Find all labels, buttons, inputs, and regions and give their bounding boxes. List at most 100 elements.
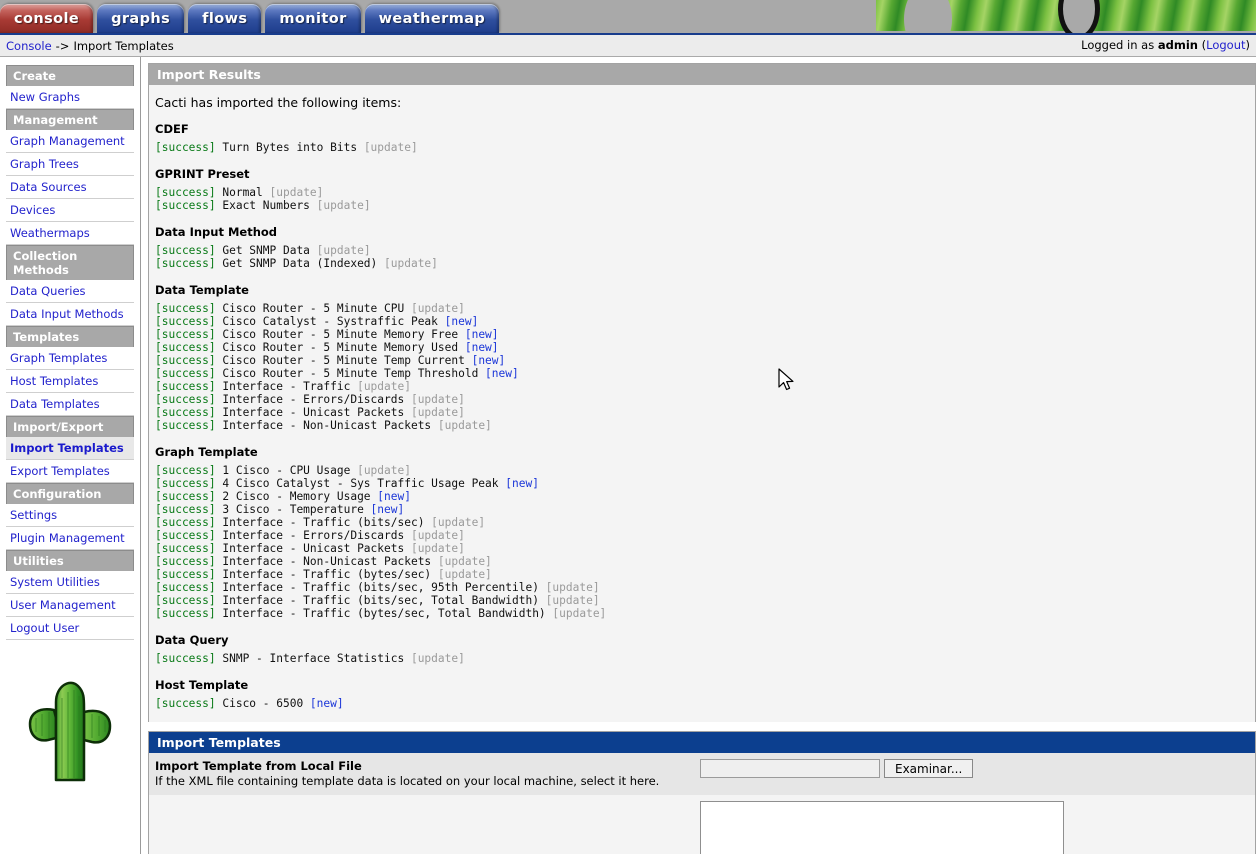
breadcrumb-console-link[interactable]: Console — [6, 39, 52, 53]
logout-link[interactable]: Logout — [1206, 38, 1245, 52]
tab-graphs[interactable]: graphs — [97, 4, 185, 33]
sidebar-item-data-queries[interactable]: Data Queries — [6, 280, 134, 303]
tab-flows[interactable]: flows — [188, 4, 262, 33]
results-row: [success] Interface - Unicast Packets [u… — [155, 406, 1249, 419]
results-row: [success] Cisco Router - 5 Minute Memory… — [155, 341, 1249, 354]
tab-monitor[interactable]: monitor — [265, 4, 361, 33]
status-badge: [success] — [155, 464, 216, 477]
imported-item-name: Interface - Traffic — [215, 380, 358, 393]
results-row: [success] Interface - Traffic (bits/sec,… — [155, 581, 1249, 594]
imported-item-name: Interface - Errors/Discards — [215, 393, 411, 406]
results-row: [success] Interface - Traffic [update] — [155, 380, 1249, 393]
action-badge: [new] — [444, 315, 479, 328]
action-badge: [new] — [505, 477, 539, 490]
sidebar-item-settings[interactable]: Settings — [6, 504, 134, 527]
sidebar-item-import-templates[interactable]: Import Templates — [6, 437, 134, 460]
nav-group-templates: Templates Graph Templates Host Templates… — [6, 326, 134, 416]
cacti-page: console graphs flows monitor weathermap … — [0, 0, 1256, 854]
results-row: [success] Cisco Router - 5 Minute CPU [u… — [155, 302, 1249, 315]
nav-group-utilities: Utilities System Utilities User Manageme… — [6, 550, 134, 640]
results-row: [success] Get SNMP Data (Indexed) [updat… — [155, 257, 1249, 270]
sidebar-item-plugin-management[interactable]: Plugin Management — [6, 527, 134, 550]
browse-button[interactable]: Examinar... — [884, 759, 974, 778]
nav-heading-utilities: Utilities — [6, 550, 134, 571]
results-sections: CDEF [success] Turn Bytes into Bits [upda… — [155, 122, 1249, 710]
logged-in-prefix: Logged in as — [1081, 38, 1155, 52]
sidebar-item-export-templates[interactable]: Export Templates — [6, 460, 134, 483]
imported-item-name: Cisco Router - 5 Minute Memory Used — [215, 341, 465, 354]
results-section: CDEF [success] Turn Bytes into Bits [upda… — [155, 122, 1249, 154]
results-row: [success] Exact Numbers [update] — [155, 199, 1249, 212]
status-badge: [success] — [155, 186, 216, 199]
status-badge: [success] — [155, 697, 216, 710]
action-badge: [new] — [464, 328, 499, 341]
results-row: [success] Cisco Router - 5 Minute Memory… — [155, 328, 1249, 341]
local-file-label: Import Template from Local File — [155, 759, 362, 773]
results-row: [success] Interface - Traffic (bits/sec)… — [155, 516, 1249, 529]
status-badge: [success] — [155, 141, 216, 154]
sidebar-item-logout-user[interactable]: Logout User — [6, 617, 134, 640]
xml-text-input[interactable] — [700, 801, 1064, 854]
results-section: Graph Template [success] 1 Cisco - CPU Us… — [155, 445, 1249, 620]
action-badge: [new] — [485, 367, 519, 380]
imported-item-name: Interface - Traffic (bits/sec, 95th Perc… — [215, 581, 546, 594]
sidebar-item-data-sources[interactable]: Data Sources — [6, 176, 134, 199]
local-file-row: Import Template from Local File If the X… — [149, 753, 1255, 795]
results-section-title: Data Input Method — [155, 225, 278, 239]
action-badge: [new] — [309, 697, 344, 710]
results-row: [success] Cisco Router - 5 Minute Temp C… — [155, 354, 1249, 367]
results-section: Data Query [success] SNMP - Interface Sta… — [155, 633, 1249, 665]
import-templates-panel: Import Templates Import Template from Lo… — [148, 731, 1256, 854]
nav-group-collection-methods: Collection Methods Data Queries Data Inp… — [6, 245, 134, 326]
sidebar-item-host-templates[interactable]: Host Templates — [6, 370, 134, 393]
breadcrumb-current: Import Templates — [73, 38, 174, 53]
tab-console[interactable]: console — [0, 4, 94, 33]
results-row-list: [success] SNMP - Interface Statistics [u… — [155, 652, 1249, 665]
action-badge: [update] — [357, 380, 411, 393]
imported-item-name: Cisco Catalyst - Systraffic Peak — [215, 315, 445, 328]
tab-weathermap[interactable]: weathermap — [364, 4, 500, 33]
status-badge: [success] — [155, 542, 216, 555]
results-section-title: Data Query — [155, 633, 229, 647]
imported-item-name: Interface - Non-Unicast Packets — [215, 555, 438, 568]
status-badge: [success] — [155, 607, 216, 620]
sidebar-item-graph-management[interactable]: Graph Management — [6, 130, 134, 153]
sidebar-item-system-utilities[interactable]: System Utilities — [6, 571, 134, 594]
status-badge: [success] — [155, 419, 216, 432]
sidebar-item-new-graphs[interactable]: New Graphs — [6, 86, 134, 109]
sidebar-item-graph-trees[interactable]: Graph Trees — [6, 153, 134, 176]
action-badge: [update] — [269, 186, 324, 199]
imported-item-name: Get SNMP Data — [215, 244, 317, 257]
sidebar: Create New Graphs Management Graph Manag… — [0, 57, 141, 854]
nav-heading-create: Create — [6, 65, 134, 86]
file-picker[interactable]: Examinar... — [700, 759, 974, 778]
imported-item-name: SNMP - Interface Statistics — [215, 652, 411, 665]
action-badge: [update] — [410, 529, 465, 542]
sidebar-item-data-input-methods[interactable]: Data Input Methods — [6, 303, 134, 326]
nav-group-import-export: Import/Export Import Templates Export Te… — [6, 416, 134, 483]
action-badge: [update] — [410, 542, 465, 555]
sidebar-item-weathermaps[interactable]: Weathermaps — [6, 222, 134, 245]
results-row: [success] Interface - Errors/Discards [u… — [155, 529, 1249, 542]
sidebar-item-data-templates[interactable]: Data Templates — [6, 393, 134, 416]
imported-item-name: 2 Cisco - Memory Usage — [215, 490, 378, 503]
imported-item-name: Interface - Traffic (bytes/sec, Total Ba… — [215, 607, 553, 620]
paren-close: ) — [1245, 38, 1251, 52]
tab-label: flows — [202, 10, 248, 27]
status-badge: [success] — [155, 594, 216, 607]
results-section: Data Input Method [success] Get SNMP Data… — [155, 225, 1249, 270]
results-row-list: [success] Turn Bytes into Bits [update] — [155, 141, 1249, 154]
imported-item-name: Normal — [215, 186, 270, 199]
sidebar-item-user-management[interactable]: User Management — [6, 594, 134, 617]
imported-item-name: Cisco Router - 5 Minute Memory Free — [215, 328, 465, 341]
status-badge: [success] — [155, 516, 216, 529]
imported-item-name: Interface - Unicast Packets — [215, 406, 411, 419]
top-tab-bar: console graphs flows monitor weathermap — [0, 0, 1256, 35]
sidebar-item-graph-templates[interactable]: Graph Templates — [6, 347, 134, 370]
status-badge: [success] — [155, 529, 216, 542]
sidebar-item-devices[interactable]: Devices — [6, 199, 134, 222]
imported-item-name: Get SNMP Data (Indexed) — [215, 257, 385, 270]
file-path-input[interactable] — [700, 759, 880, 778]
status-badge: [success] — [155, 341, 216, 354]
action-badge: [update] — [357, 464, 411, 477]
